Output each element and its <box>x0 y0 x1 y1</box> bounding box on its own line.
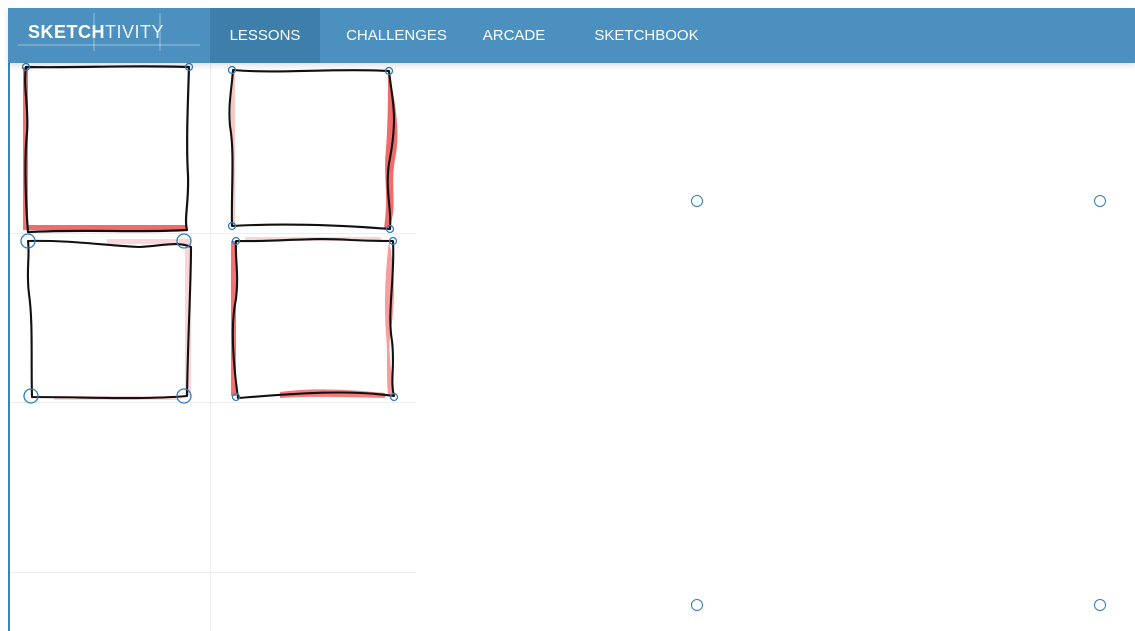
sketch-history-grid <box>8 63 416 631</box>
hand-drawn-square-stroke <box>24 65 191 234</box>
top-navigation: SKETCH TIVITY LESSONS CHALLENGES ARCADE … <box>8 8 1135 63</box>
nav-lessons-label: LESSONS <box>229 27 301 44</box>
hand-drawn-square-stroke <box>26 239 193 400</box>
nav-sketchbook[interactable]: SKETCHBOOK <box>589 8 704 63</box>
brand-light-text: TIVITY <box>105 21 165 42</box>
app-window: SKETCH TIVITY LESSONS CHALLENGES ARCADE … <box>0 0 1135 631</box>
square-sketch-2 <box>228 68 398 231</box>
target-point-bottom-right[interactable] <box>1094 599 1106 611</box>
nav-sketchbook-label: SKETCHBOOK <box>594 27 699 44</box>
sketchtivity-logo[interactable]: SKETCH TIVITY <box>18 13 200 51</box>
canvas-left-border <box>8 63 10 631</box>
drawing-canvas[interactable] <box>8 63 1135 631</box>
target-point-top-left[interactable] <box>691 195 703 207</box>
target-point-bottom-left[interactable] <box>691 599 703 611</box>
brand-bold-text: SKETCH <box>28 21 106 42</box>
nav-lessons[interactable]: LESSONS <box>210 8 320 63</box>
nav-arcade[interactable]: ARCADE <box>480 8 548 63</box>
square-sketch-4 <box>231 237 396 400</box>
square-sketch-1 <box>23 65 191 234</box>
hand-drawn-square-stroke <box>228 68 396 231</box>
completed-square-sketches <box>8 63 416 631</box>
hand-drawn-square-stroke <box>231 237 396 400</box>
square-sketch-3 <box>26 239 193 400</box>
target-point-top-right[interactable] <box>1094 195 1106 207</box>
top-strip <box>0 0 1135 8</box>
nav-arcade-label: ARCADE <box>482 27 546 44</box>
guide-stroke-bottom <box>27 225 187 230</box>
sketch-layer <box>20 63 399 404</box>
history-endpoint-markers <box>20 63 399 404</box>
nav-challenges[interactable]: CHALLENGES <box>337 8 456 63</box>
nav-challenges-label: CHALLENGES <box>346 27 447 44</box>
